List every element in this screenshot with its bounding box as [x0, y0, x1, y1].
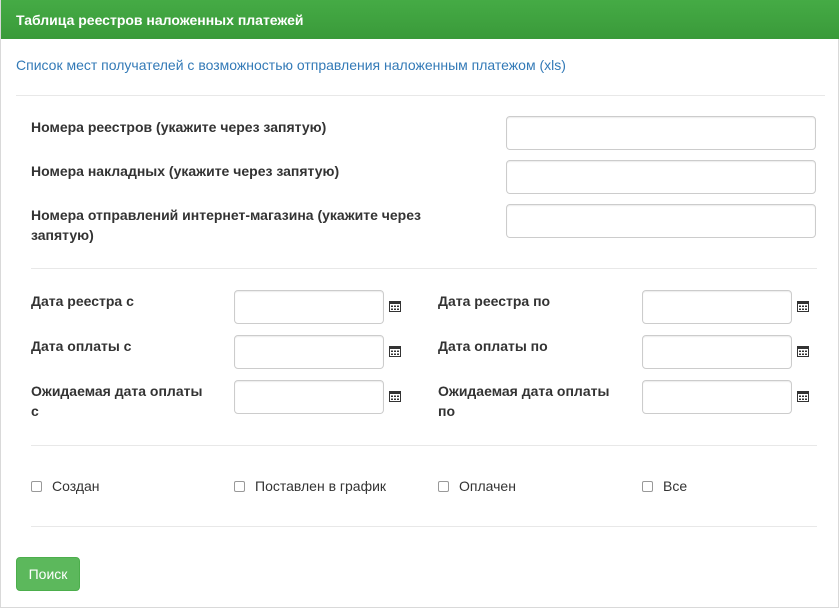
- checkbox-box[interactable]: [234, 480, 245, 492]
- expected-date-from-input[interactable]: [234, 380, 384, 414]
- registry-date-from-input[interactable]: [234, 290, 384, 324]
- registry-date-to-input[interactable]: [642, 290, 792, 324]
- expected-date-to-label-line1: Ожидаемая дата оплаты: [438, 383, 610, 399]
- search-button[interactable]: Поиск: [16, 557, 80, 591]
- divider: [31, 526, 817, 527]
- status-paid-checkbox[interactable]: Оплачен: [438, 478, 516, 494]
- checkbox-box[interactable]: [642, 480, 653, 492]
- expected-date-from-label-line2: с: [31, 403, 39, 419]
- status-all-label: Все: [663, 478, 688, 494]
- status-created-label: Создан: [52, 478, 100, 494]
- checkbox-box[interactable]: [438, 480, 449, 492]
- expected-date-to-label: Ожидаемая дата оплаты по: [438, 381, 609, 421]
- divider: [31, 445, 817, 446]
- registry-numbers-input[interactable]: [506, 116, 816, 150]
- calendar-icon[interactable]: [389, 345, 401, 357]
- expected-date-to-input[interactable]: [642, 380, 792, 414]
- xls-download-link[interactable]: Список мест получателей с возможностью о…: [16, 57, 566, 73]
- registry-date-from-label: Дата реестра с: [31, 293, 134, 309]
- payment-date-from-input[interactable]: [234, 335, 384, 369]
- payment-date-to-label: Дата оплаты по: [438, 338, 548, 354]
- calendar-icon[interactable]: [797, 345, 809, 357]
- shop-shipment-numbers-label-line2: запятую): [31, 227, 94, 243]
- calendar-icon[interactable]: [797, 390, 809, 402]
- expected-date-to-label-line2: по: [438, 403, 456, 419]
- status-scheduled-checkbox[interactable]: Поставлен в график: [234, 478, 386, 494]
- checkbox-box[interactable]: [31, 480, 42, 492]
- divider: [16, 95, 825, 96]
- expected-date-from-label: Ожидаемая дата оплаты с: [31, 381, 202, 421]
- shop-shipment-numbers-input[interactable]: [506, 204, 816, 238]
- waybill-numbers-input[interactable]: [506, 160, 816, 194]
- status-created-checkbox[interactable]: Создан: [31, 478, 100, 494]
- divider: [31, 268, 817, 269]
- payment-date-to-input[interactable]: [642, 335, 792, 369]
- registry-panel: Таблица реестров наложенных платежей Спи…: [0, 0, 839, 608]
- expected-date-from-label-line1: Ожидаемая дата оплаты: [31, 383, 203, 399]
- status-paid-label: Оплачен: [459, 478, 516, 494]
- calendar-icon[interactable]: [797, 300, 809, 312]
- calendar-icon[interactable]: [389, 300, 401, 312]
- shop-shipment-numbers-label-line1: Номера отправлений интернет-магазина (ук…: [31, 207, 421, 223]
- registry-date-to-label: Дата реестра по: [438, 293, 551, 309]
- payment-date-from-label: Дата оплаты с: [31, 338, 132, 354]
- waybill-numbers-label: Номера накладных (укажите через запятую): [31, 163, 340, 179]
- panel-title: Таблица реестров наложенных платежей: [16, 12, 304, 28]
- panel-header: Таблица реестров наложенных платежей: [1, 0, 839, 39]
- calendar-icon[interactable]: [389, 390, 401, 402]
- status-scheduled-label: Поставлен в график: [255, 478, 387, 494]
- status-all-checkbox[interactable]: Все: [642, 478, 687, 494]
- shop-shipment-numbers-label: Номера отправлений интернет-магазина (ук…: [31, 205, 421, 245]
- registry-numbers-label: Номера реестров (укажите через запятую): [31, 119, 327, 135]
